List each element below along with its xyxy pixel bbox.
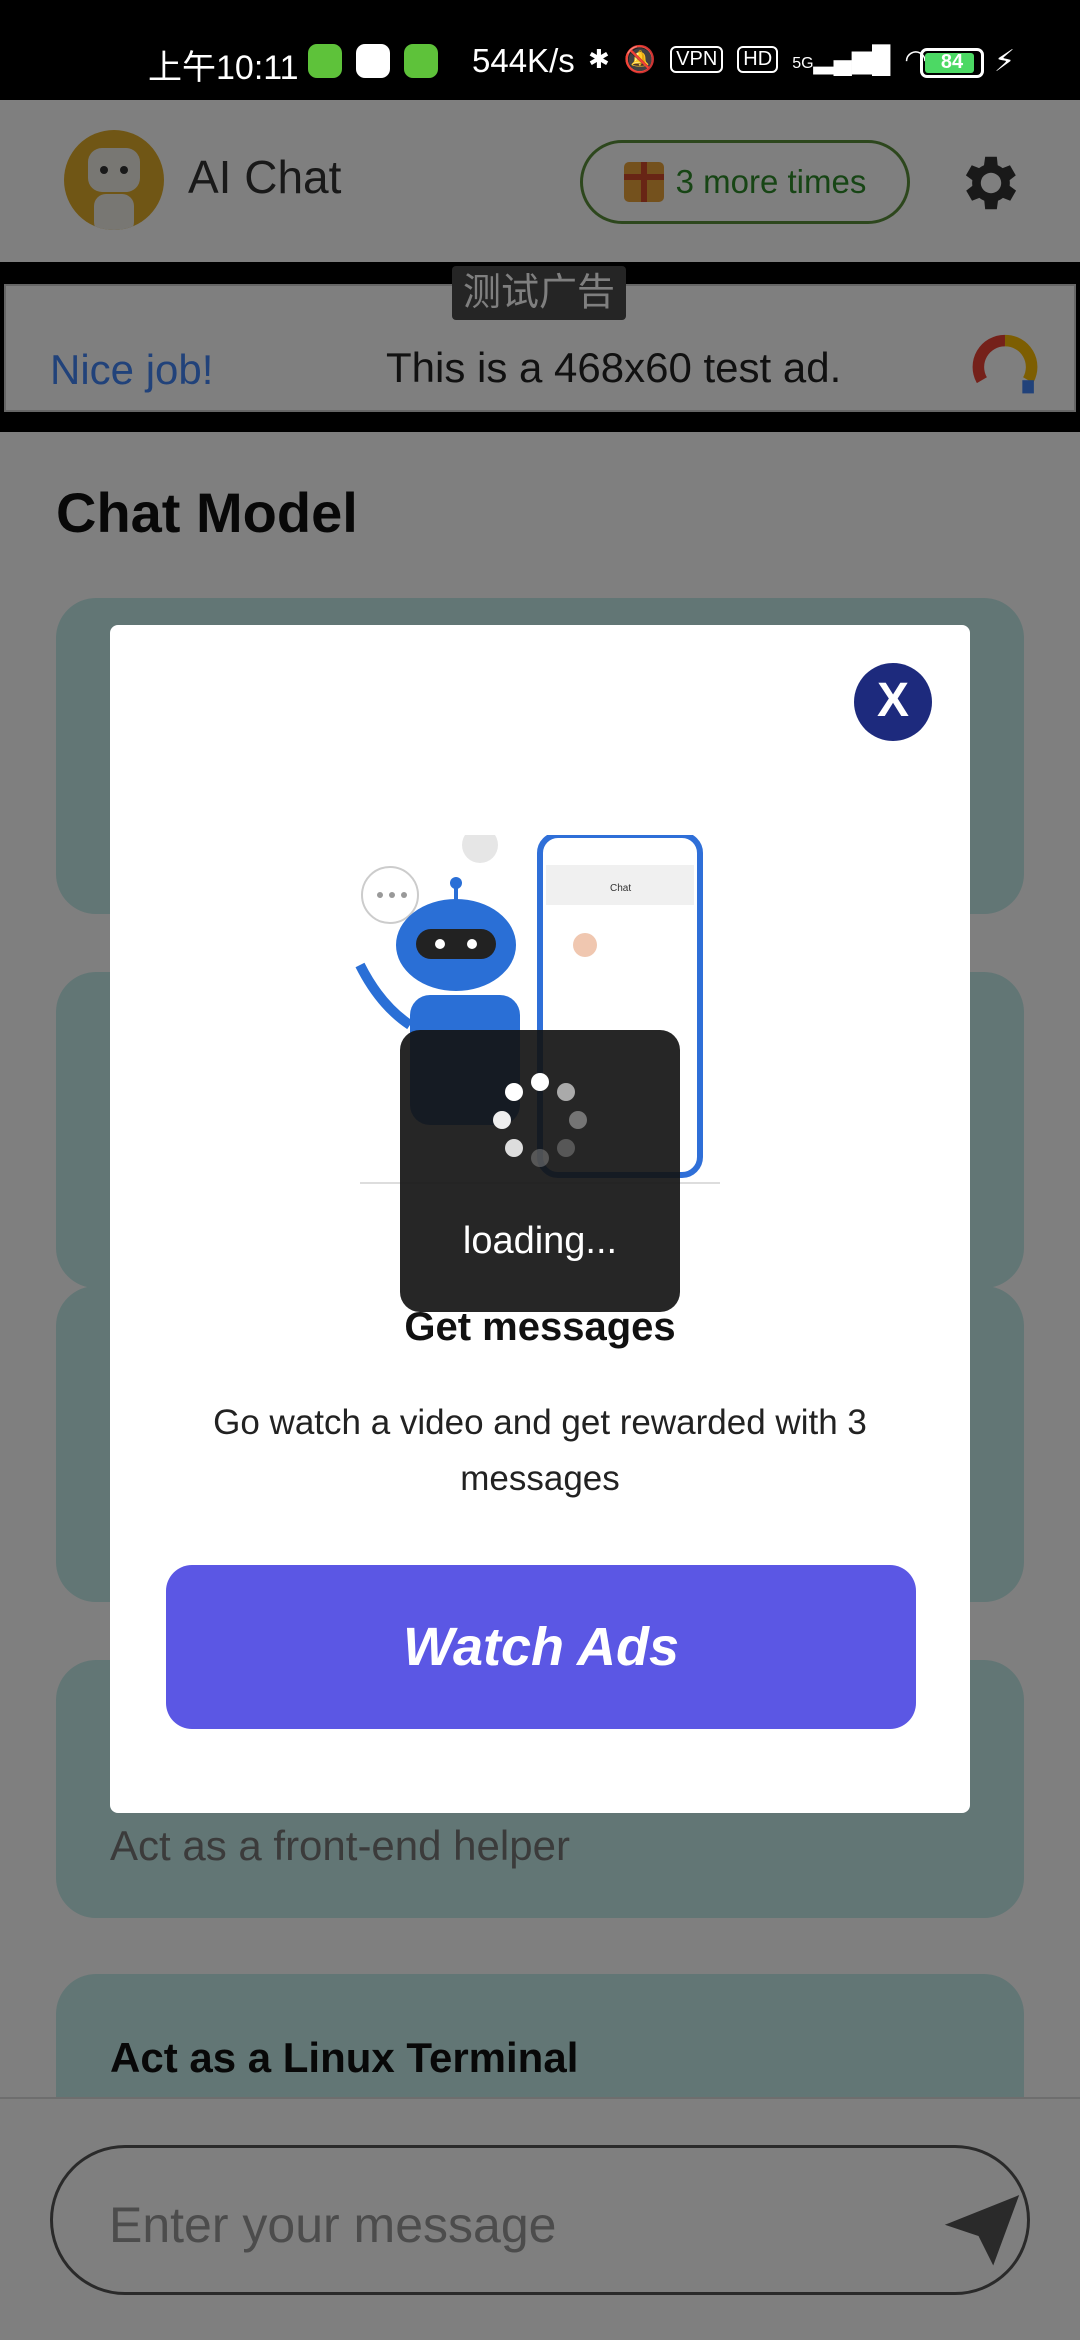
notification-icons: [308, 44, 438, 78]
system-icons: ✱ 🔕 VPN HD 5G▂▄▆█ ◠: [588, 44, 927, 75]
status-time: 上午10:11: [148, 49, 299, 87]
app-notification-icon: [404, 44, 438, 78]
phone-chat-title: Chat: [610, 883, 631, 894]
network-speed: 544K/s: [472, 42, 575, 79]
loading-indicator: loading...: [400, 1030, 680, 1312]
dialog-description: Go watch a video and get rewarded with 3…: [213, 1403, 867, 1498]
play-store-icon: [356, 44, 390, 78]
signal-label: 5G: [792, 55, 814, 72]
close-button[interactable]: X: [854, 663, 932, 741]
spinner-icon: [493, 1073, 587, 1167]
vpn-icon: VPN: [670, 46, 724, 73]
charging-icon: ⚡: [994, 45, 1016, 78]
battery-icon: 84: [920, 48, 984, 78]
battery-percent: 84: [940, 51, 964, 73]
signal-icon: 5G▂▄▆█: [792, 44, 891, 74]
loading-text: loading...: [462, 1220, 618, 1262]
hd-icon: HD: [737, 46, 779, 73]
status-bar: 上午10:11 544K/s ✱ 🔕 VPN HD 5G▂▄▆█ ◠ 84 ⚡: [0, 0, 1080, 100]
app-notification-icon: [308, 44, 342, 78]
bluetooth-icon: ✱: [588, 44, 610, 74]
mute-icon: 🔕: [623, 44, 657, 74]
watch-ads-button[interactable]: Watch Ads: [166, 1565, 916, 1729]
